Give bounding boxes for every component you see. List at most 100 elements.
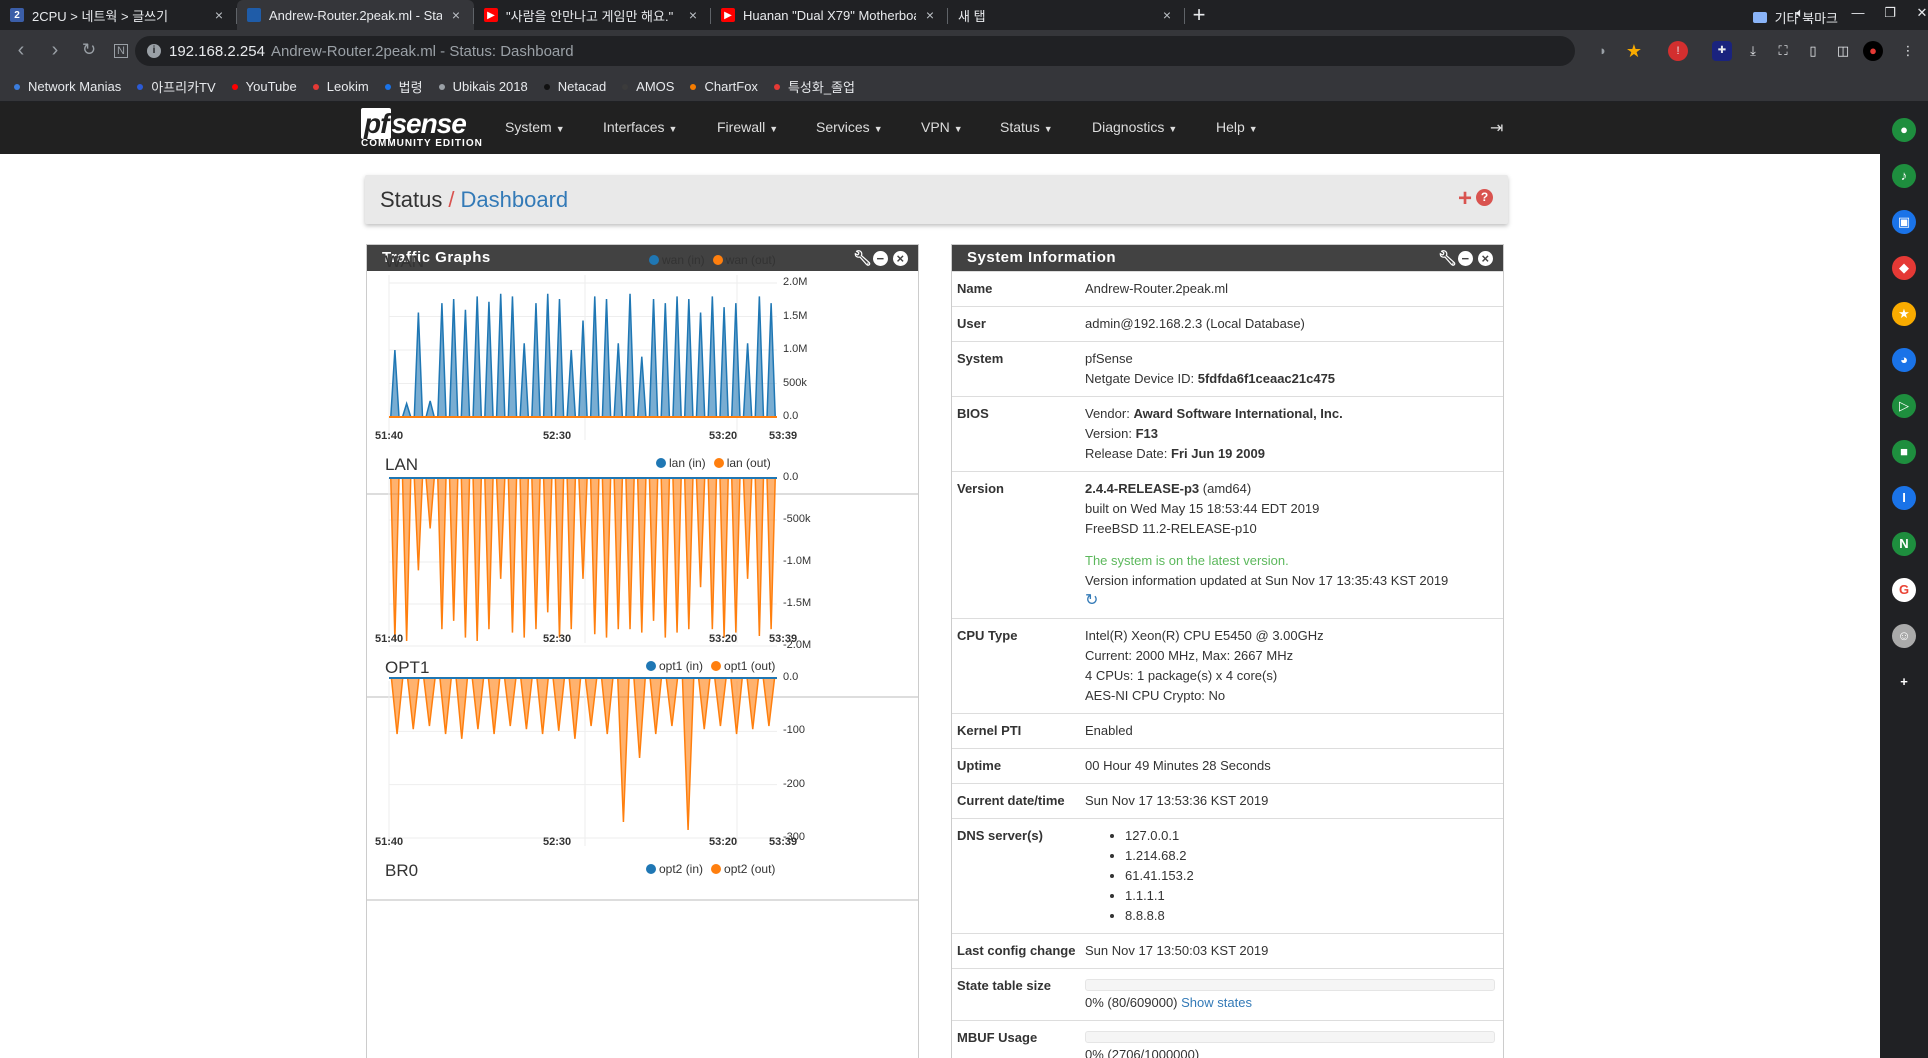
uk-flag-icon[interactable]: ✚ <box>1712 41 1732 61</box>
logout-icon[interactable]: ⇥ <box>1490 118 1503 138</box>
graph-legend: opt2 (in) opt2 (out) <box>646 862 775 876</box>
tab-close-icon[interactable]: × <box>922 7 938 23</box>
naver-icon[interactable]: N <box>114 44 128 58</box>
google-icon[interactable]: G <box>1892 578 1916 602</box>
reader-icon[interactable]: ▯ <box>1803 41 1823 61</box>
tab-close-icon[interactable]: × <box>685 7 701 23</box>
breadcrumb-page[interactable]: Dashboard <box>461 187 569 213</box>
bookmark-item[interactable]: 특성화_졸업 <box>773 77 855 96</box>
browser-tab[interactable]: 2 2CPU > 네트웍 > 글쓰기 × <box>0 0 237 30</box>
site-info-icon[interactable]: i <box>147 44 161 58</box>
window-close-icon[interactable]: ✕ <box>1902 0 1928 30</box>
wallet-icon[interactable]: ▣ <box>1892 210 1916 234</box>
nav-menu-status[interactable]: Status ▼ <box>1000 119 1053 135</box>
profile-avatar-icon[interactable]: ● <box>1863 41 1883 61</box>
cpu-count: 4 CPUs: 1 package(s) x 4 core(s) <box>1085 668 1278 683</box>
traffic-graphs-panel: Traffic Graphs 🔧︎ − × WAN wan (in) wan (out)… <box>366 244 919 1058</box>
tab-favicon-icon: ▶ <box>721 8 735 22</box>
bookmark-item[interactable]: 법령 <box>384 77 423 96</box>
logo-pf: pf <box>361 108 392 139</box>
help-icon[interactable]: ? <box>1476 189 1493 206</box>
play-icon[interactable]: ▷ <box>1892 394 1916 418</box>
bookmark-favicon-icon <box>690 83 697 90</box>
label-system: System <box>952 341 1085 397</box>
legend-out-label[interactable]: opt2 (out) <box>724 862 775 876</box>
back-icon[interactable]: ‹ <box>8 38 34 64</box>
system-information-title: System Information <box>967 249 1117 266</box>
kebab-menu-icon[interactable]: ⋮ <box>1898 41 1918 61</box>
browser-tab[interactable]: Andrew-Router.2peak.ml - Status: Dashboa… <box>237 0 474 30</box>
add-icon[interactable]: + <box>1892 670 1916 694</box>
green-square-icon[interactable]: ■ <box>1892 440 1916 464</box>
bios-vendor: Award Software International, Inc. <box>1133 406 1343 421</box>
browser-tab[interactable]: ▶ Huanan "Dual X79" Motherboard × <box>711 0 948 30</box>
new-tab-button[interactable]: + <box>1185 0 1213 30</box>
nav-menu-system[interactable]: System ▼ <box>505 119 565 135</box>
bookmark-item[interactable]: Ubikais 2018 <box>438 79 528 94</box>
bookmark-item[interactable]: Leokim <box>312 79 369 94</box>
bookmark-label: Netacad <box>557 79 607 94</box>
nav-menu-help[interactable]: Help ▼ <box>1216 119 1258 135</box>
nav-menu-interfaces[interactable]: Interfaces ▼ <box>603 119 677 135</box>
state-table-progress <box>1085 979 1495 991</box>
bookmark-item[interactable]: 아프리카TV <box>137 77 216 96</box>
close-icon[interactable]: × <box>1478 250 1493 266</box>
tab-close-icon[interactable]: × <box>211 7 227 23</box>
wrench-icon[interactable]: 🔧︎ <box>1438 251 1457 266</box>
face-icon[interactable]: ☺ <box>1892 624 1916 648</box>
star-icon[interactable]: ★ <box>1892 302 1916 326</box>
bookmark-item[interactable]: YouTube <box>231 79 297 94</box>
bookmark-label: 특성화_졸업 <box>787 80 855 95</box>
version-main: 2.4.4-RELEASE-p3 <box>1085 481 1200 496</box>
pocket-icon[interactable]: ◆ <box>1892 256 1916 280</box>
x-tick-label: 53:39 <box>769 836 798 848</box>
x-tick-label: 52:30 <box>543 836 572 848</box>
bookmark-item[interactable]: ChartFox <box>690 79 758 94</box>
dns-list: 127.0.0.11.214.68.261.41.153.21.1.1.18.8… <box>1085 826 1498 926</box>
refresh-icon[interactable]: ↻ <box>1085 591 1498 611</box>
notification-icon[interactable]: ♪ <box>1892 164 1916 188</box>
legend-in-label[interactable]: opt2 (in) <box>659 862 703 876</box>
address-bar[interactable]: i 192.168.2.254 Andrew-Router.2peak.ml -… <box>135 36 1575 66</box>
nav-menu-firewall[interactable]: Firewall ▼ <box>717 119 778 135</box>
minimize-icon[interactable]: − <box>1458 250 1473 266</box>
tab-close-icon[interactable]: × <box>448 7 464 23</box>
y-tick-label: -500k <box>783 513 811 525</box>
extension-green-icon[interactable]: ● <box>1892 118 1916 142</box>
download-icon[interactable]: ⤓ <box>1743 41 1763 61</box>
breadcrumb-separator: / <box>448 186 455 212</box>
row-system: System pfSense Netgate Device ID: 5fdfda6f… <box>952 341 1503 397</box>
pfsense-logo[interactable]: pf sense COMMUNITY EDITION <box>361 108 483 150</box>
sound-icon[interactable]: 🔈︎ <box>1780 0 1820 30</box>
bookmark-favicon-icon <box>543 83 550 90</box>
browser-tab[interactable]: ▶ "사람을 안만나고 게임만 해요." × <box>474 0 711 30</box>
shield-extension-icon[interactable]: ◗ <box>1593 41 1613 61</box>
nav-menu-vpn[interactable]: VPN ▼ <box>921 119 963 135</box>
bookmark-item[interactable]: AMOS <box>622 79 674 94</box>
row-dns: DNS server(s)127.0.0.11.214.68.261.41.15… <box>952 818 1503 934</box>
nav-menu-label: Diagnostics <box>1092 119 1165 135</box>
show-states-link[interactable]: Show states <box>1181 995 1252 1010</box>
bookmark-star-icon[interactable]: ★ <box>1624 41 1644 61</box>
bookmark-item[interactable]: Netacad <box>543 79 607 94</box>
tab-title: 새 탭 <box>958 8 986 24</box>
tab-close-icon[interactable]: × <box>1159 7 1175 23</box>
extension-red-icon[interactable]: ! <box>1668 41 1688 61</box>
i-icon[interactable]: I <box>1892 486 1916 510</box>
x-tick-label: 51:40 <box>375 836 404 848</box>
nav-menu-label: Interfaces <box>603 119 665 135</box>
reload-icon[interactable]: ↻ <box>76 38 102 64</box>
naver-icon[interactable]: N <box>1892 532 1916 556</box>
nav-menu-services[interactable]: Services ▼ <box>816 119 883 135</box>
add-widget-icon[interactable]: + <box>1458 185 1472 213</box>
browser-tab[interactable]: 새 탭 × <box>948 0 1185 30</box>
nav-menu-diagnostics[interactable]: Diagnostics ▼ <box>1092 119 1177 135</box>
cpu-model: Intel(R) Xeon(R) CPU E5450 @ 3.00GHz <box>1085 628 1324 643</box>
edge-icon[interactable]: ◕ <box>1892 348 1916 372</box>
system-information-table: Name Andrew-Router.2peak.ml User admin@192… <box>952 271 1503 1058</box>
tab-title: Huanan "Dual X79" Motherboard <box>743 7 916 23</box>
bookmark-item[interactable]: Network Manias <box>14 79 121 94</box>
sidebar-toggle-icon[interactable]: ◫ <box>1833 41 1853 61</box>
forward-icon[interactable]: › <box>42 38 68 64</box>
screenshot-icon[interactable]: ⛶ <box>1773 41 1793 61</box>
